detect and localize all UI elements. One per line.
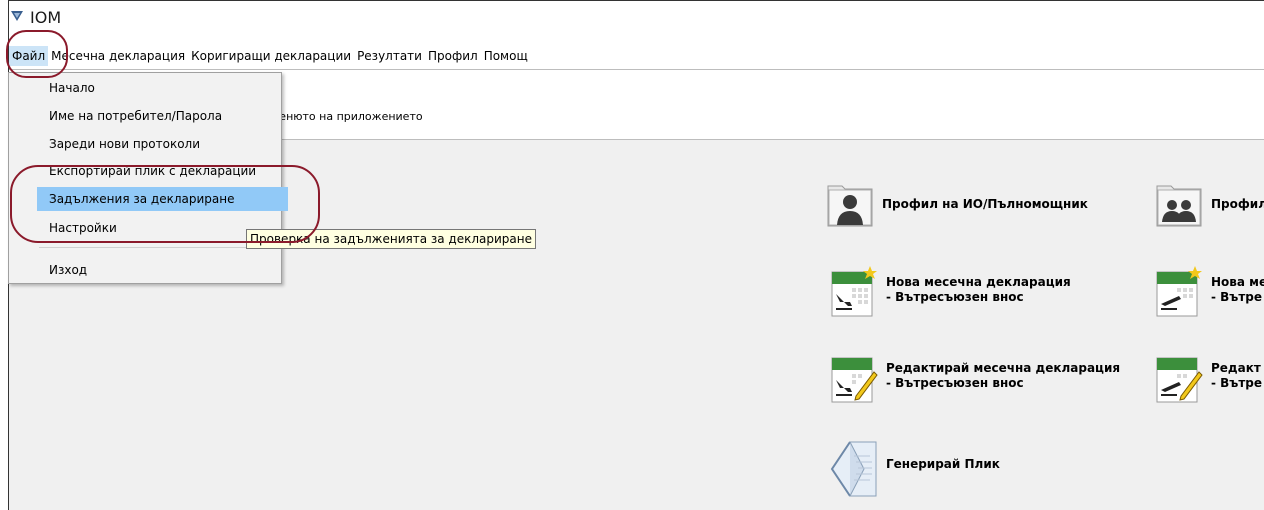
tile-new-declaration-2-line2: - Вътре [1211, 290, 1263, 304]
menu-file[interactable]: Файл [9, 46, 49, 66]
tile-profile-io[interactable]: Профил на ИО/Пълномощник [826, 180, 1088, 228]
menu-help[interactable]: Помощ [481, 46, 531, 66]
menu-profile[interactable]: Профил [425, 46, 481, 66]
person-folder-icon [826, 180, 874, 228]
menu-item-declaration-obligations[interactable]: Задължения за деклариране [37, 187, 288, 211]
menu-separator [39, 247, 279, 248]
app-window: IOM Файл Месечна декларация Коригиращи д… [0, 0, 1264, 510]
tile-edit-declaration[interactable]: Редактирай месечна декларация - Вътресъю… [830, 352, 1121, 403]
menu-item-load-protocols[interactable]: Зареди нови протоколи [9, 132, 281, 156]
info-text: менюто на приложението [271, 110, 423, 123]
menu-corrective-declarations[interactable]: Коригиращи декларации [188, 46, 354, 66]
tile-profile-io-label: Профил на ИО/Пълномощник [882, 196, 1088, 211]
calendar-edit-departure-icon [1155, 352, 1203, 403]
menu-bar: Файл Месечна декларация Коригиращи декла… [9, 46, 531, 66]
tile-generate-envelope[interactable]: Генерирай Плик [830, 440, 1000, 497]
tile-edit-declaration-line2: - Вътресъюзен внос [886, 376, 1024, 390]
menu-results[interactable]: Резултати [354, 46, 425, 66]
tooltip: Проверка на задълженията за деклариране [246, 229, 536, 249]
title-bar: IOM [10, 6, 61, 28]
tile-new-declaration-2-line1: Нова ме [1211, 275, 1264, 289]
tile-edit-declaration-2-line1: Редакт [1211, 361, 1261, 375]
menu-divider [9, 69, 1264, 70]
app-logo-icon [10, 10, 24, 25]
menu-item-username-password[interactable]: Име на потребител/Парола [9, 104, 281, 128]
group-folder-icon [1155, 180, 1203, 228]
tile-edit-declaration-line1: Редактирай месечна декларация [886, 361, 1121, 375]
app-title: IOM [30, 7, 62, 27]
tile-profile-2[interactable]: Профил [1155, 180, 1264, 228]
tile-new-declaration-line2: - Вътресъюзен внос [886, 290, 1024, 304]
calendar-departure-icon [1155, 266, 1203, 317]
envelope-icon [830, 440, 878, 497]
tile-generate-envelope-label: Генерирай Плик [886, 456, 1000, 471]
tile-edit-declaration-2[interactable]: Редакт - Вътре [1155, 352, 1263, 403]
menu-item-home[interactable]: Начало [9, 76, 281, 100]
calendar-edit-arrival-icon [830, 352, 878, 403]
menu-monthly-declaration[interactable]: Месечна декларация [48, 46, 188, 66]
tile-edit-declaration-2-line2: - Вътре [1211, 376, 1263, 390]
menu-item-export-envelope[interactable]: Експортирай плик с декларации [9, 159, 281, 183]
tile-new-declaration[interactable]: Нова месечна декларация - Вътресъюзен вн… [830, 266, 1071, 317]
menu-item-settings[interactable]: Настройки [9, 216, 281, 240]
file-menu-dropdown: Начало Име на потребител/Парола Зареди н… [8, 72, 288, 284]
tile-new-declaration-2[interactable]: Нова ме - Вътре [1155, 266, 1264, 317]
tile-new-declaration-line1: Нова месечна декларация [886, 275, 1071, 289]
calendar-arrival-icon [830, 266, 878, 317]
menu-item-exit[interactable]: Изход [9, 258, 281, 282]
tile-profile-2-label: Профил [1211, 196, 1264, 211]
